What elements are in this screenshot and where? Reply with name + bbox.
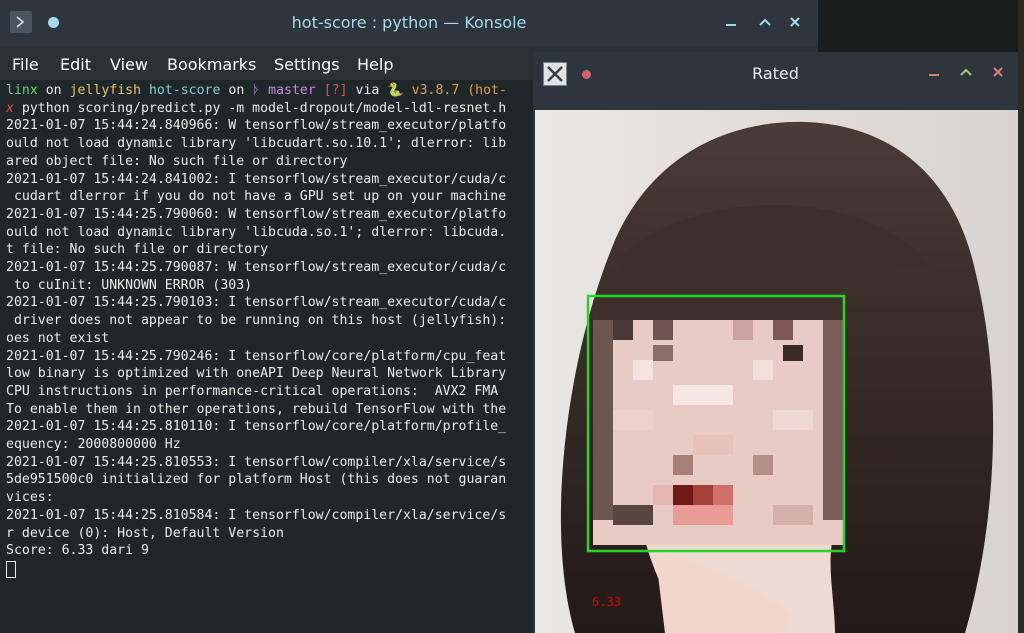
- rated-titlebar[interactable]: Rated: [533, 52, 1018, 110]
- rated-window: Rated 6.33: [533, 52, 1018, 633]
- output-line: 2021-01-07 15:44:25.810553: I tensorflow…: [6, 454, 507, 470]
- prompt-branch: master: [268, 83, 316, 98]
- score-line: Score: 6.33 dari 9: [6, 543, 149, 559]
- command-text: python scoring/predict.py -m model-dropo…: [13, 100, 507, 116]
- prompt-env: v3.8.7 (hot-: [411, 83, 507, 98]
- output-line: t file: No such file or directory: [6, 242, 269, 258]
- prompt-via: via: [355, 83, 380, 98]
- command-marker: x: [6, 100, 14, 116]
- menu-help[interactable]: Help: [357, 55, 393, 74]
- output-line: cudart dlerror if you do not have a GPU …: [6, 189, 507, 205]
- menu-view[interactable]: View: [110, 55, 148, 74]
- menu-file[interactable]: File: [12, 55, 39, 74]
- output-line: ould not load dynamic library 'libcuda.s…: [6, 224, 507, 240]
- python-icon: 🐍: [387, 83, 404, 98]
- score-overlay-label: 6.33: [592, 595, 621, 609]
- konsole-window-title: hot-score : python — Konsole: [291, 13, 527, 32]
- prompt-on-2: on: [228, 83, 245, 98]
- git-branch-icon: ᚦ: [252, 83, 261, 98]
- output-line: CPU instructions in performance-critical…: [6, 383, 499, 399]
- minimize-icon[interactable]: [925, 64, 943, 82]
- rated-window-title: Rated: [752, 64, 799, 83]
- prompt-status: [?]: [323, 83, 348, 98]
- portrait-image: [535, 110, 1018, 633]
- text-cursor: [6, 561, 16, 578]
- output-line: oes not exist: [6, 330, 110, 346]
- output-line: 2021-01-07 15:44:25.790246: I tensorflow…: [6, 348, 507, 364]
- prompt-on: on: [45, 83, 62, 98]
- output-line: 2021-01-07 15:44:25.790087: W tensorflow…: [6, 260, 507, 275]
- command-line: x python scoring/predict.py -m model-dro…: [6, 100, 506, 118]
- output-line: 2021-01-07 15:44:25.810584: I tensorflow…: [6, 507, 507, 523]
- rated-photo: 6.33: [535, 110, 1018, 633]
- maximize-icon[interactable]: [756, 14, 774, 32]
- prompt-line: linx on jellyfish hot-score on ᚦ master …: [6, 82, 507, 100]
- output-line: 2021-01-07 15:44:25.810110: I tensorflow…: [6, 419, 507, 435]
- prompt-host: jellyfish: [69, 83, 142, 98]
- output-line: driver does not appear to be running on …: [6, 313, 507, 329]
- output-line: 2021-01-07 15:44:25.790060: W tensorflow…: [6, 206, 507, 222]
- pixelated-face: [593, 300, 843, 545]
- close-icon[interactable]: [989, 64, 1007, 82]
- close-icon[interactable]: [786, 14, 804, 32]
- prompt-user: linx: [6, 83, 38, 98]
- output-line: vices:: [6, 490, 54, 506]
- output-line: ared object file: No such file or direct…: [6, 153, 348, 169]
- output-line: low binary is optimized with oneAPI Deep…: [6, 366, 507, 382]
- output-line: 2021-01-07 15:44:24.841002: I tensorflow…: [6, 171, 507, 187]
- output-line: 2021-01-07 15:44:24.840966: W tensorflow…: [6, 118, 507, 134]
- konsole-titlebar[interactable]: hot-score : python — Konsole: [0, 0, 818, 46]
- output-line: 5de951500c0 initialized for platform Hos…: [6, 472, 507, 488]
- desktop-background: [1018, 0, 1024, 633]
- menu-edit[interactable]: Edit: [60, 55, 91, 74]
- menu-settings[interactable]: Settings: [274, 55, 340, 74]
- output-line: to cuInit: UNKNOWN ERROR (303): [6, 277, 253, 293]
- output-line: 2021-01-07 15:44:25.790103: I tensorflow…: [6, 295, 507, 311]
- maximize-icon[interactable]: [957, 64, 975, 82]
- output-line: To enable them in other operations, rebu…: [6, 401, 507, 417]
- output-line: ould not load dynamic library 'libcudart…: [6, 136, 507, 152]
- menu-bookmarks[interactable]: Bookmarks: [167, 55, 256, 74]
- minimize-icon[interactable]: [722, 14, 740, 32]
- output-line: r device (0): Host, Default Version: [6, 525, 284, 541]
- prompt-dir: hot-score: [148, 83, 221, 98]
- output-line: equency: 2000800000 Hz: [6, 437, 181, 452]
- terminal-output[interactable]: linx on jellyfish hot-score on ᚦ master …: [0, 80, 533, 633]
